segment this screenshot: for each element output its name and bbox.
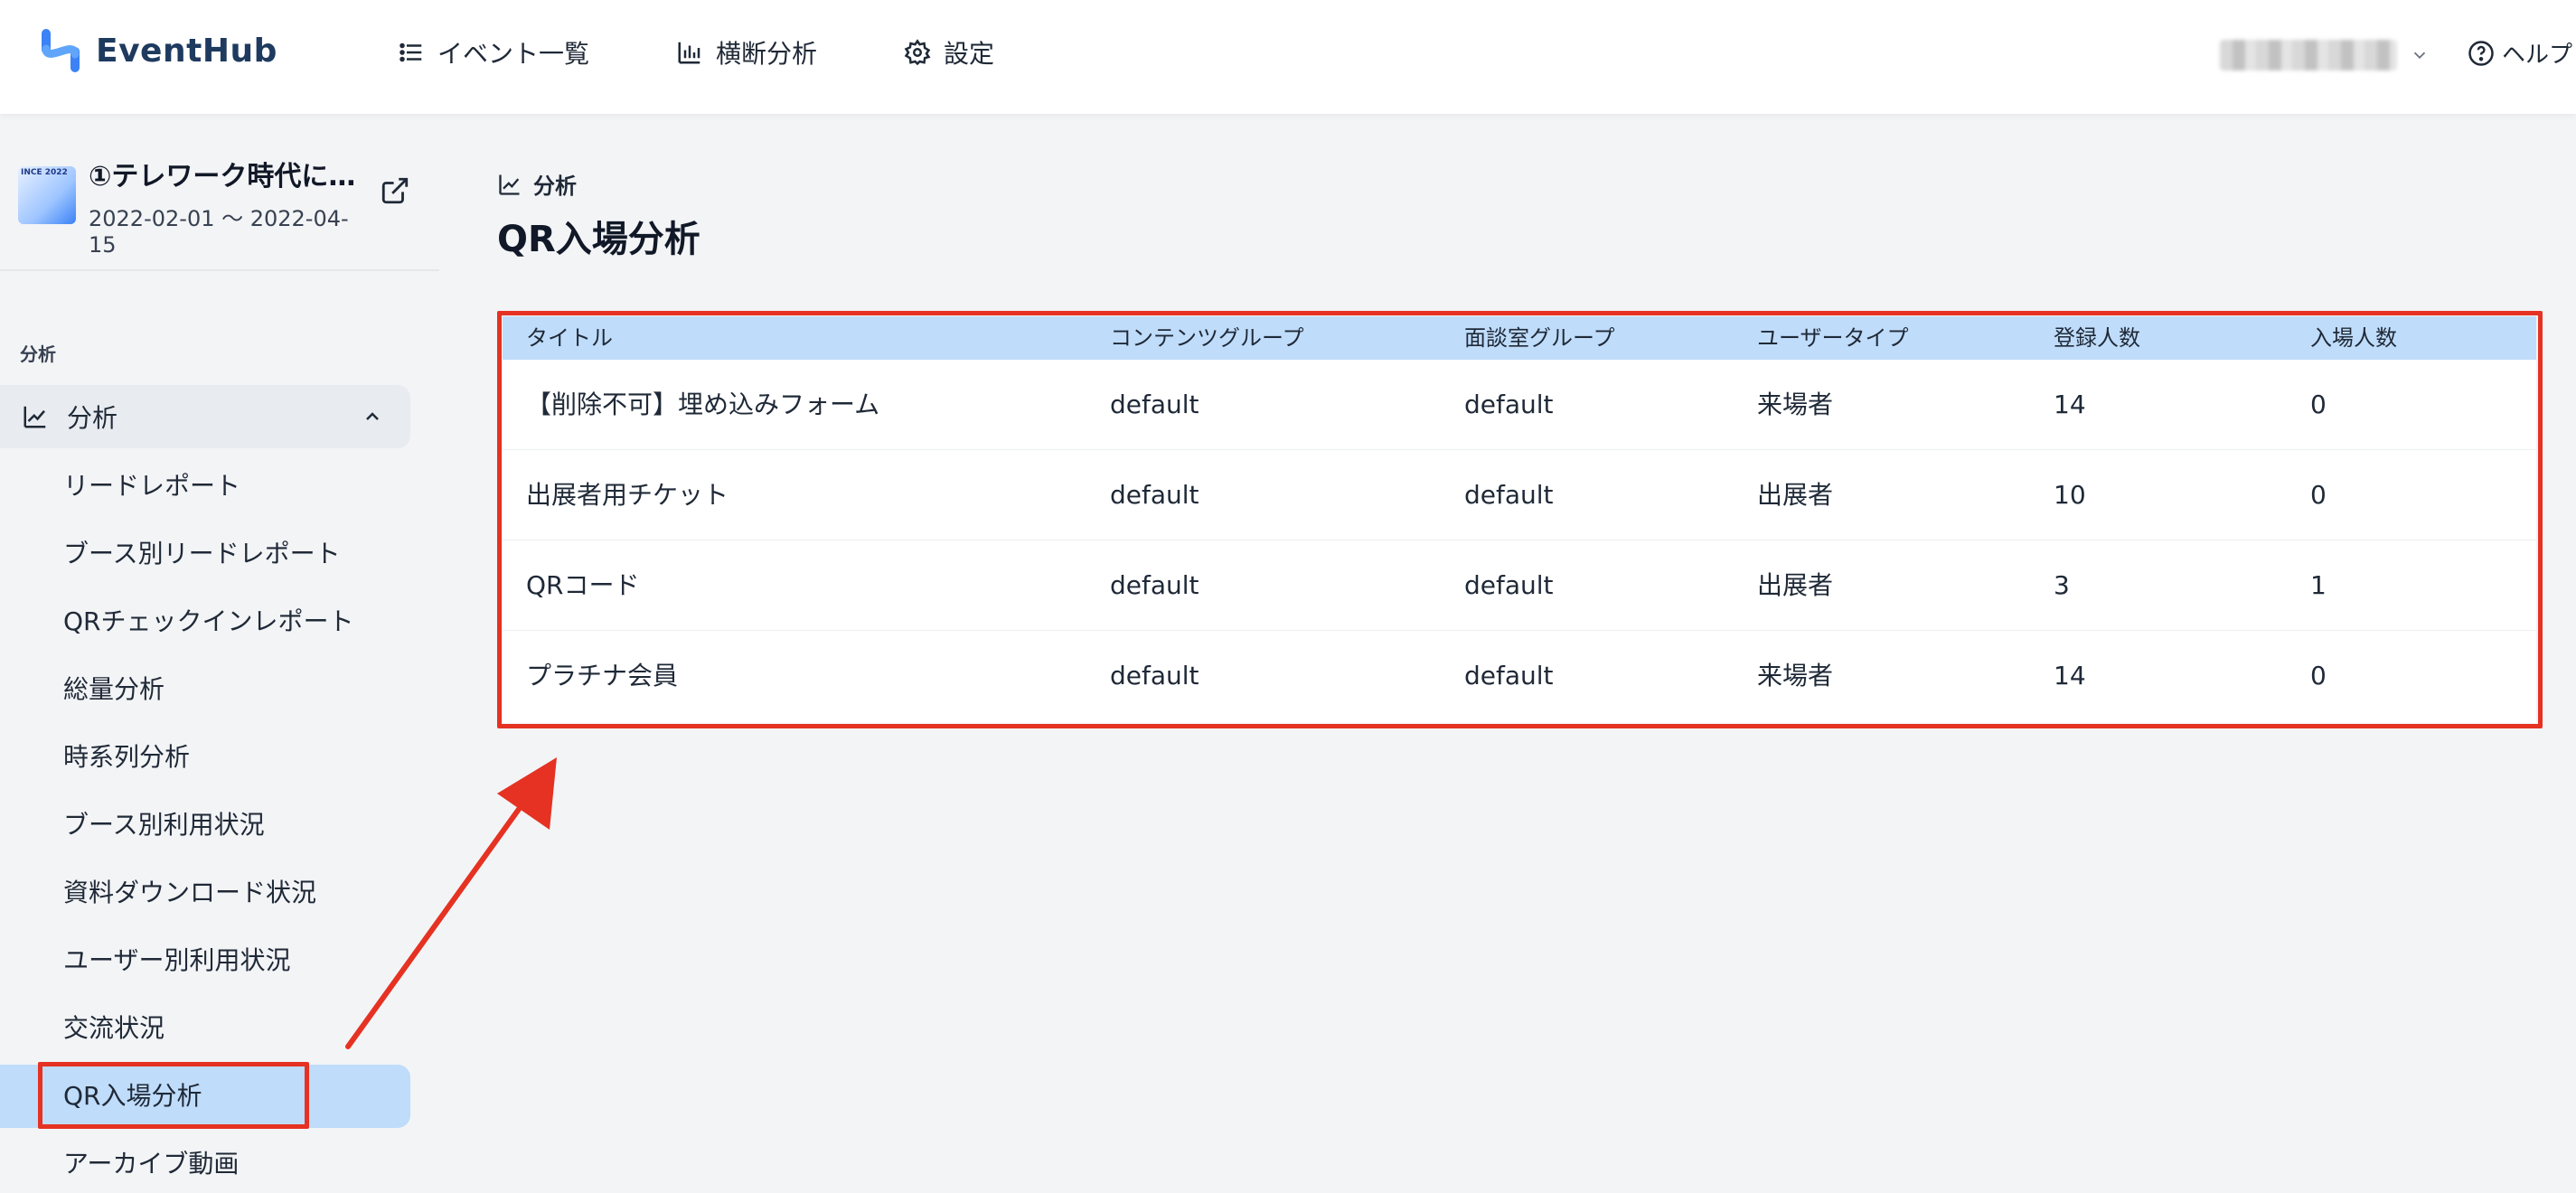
highlight-box-table	[497, 311, 2543, 728]
sidebar-item-download-status[interactable]: 資料ダウンロード状況	[63, 861, 316, 925]
section-label: 分析	[20, 343, 56, 365]
sidebar-item-booth-lead-report[interactable]: ブース別リードレポート	[63, 522, 341, 586]
sidebar-item-user-usage[interactable]: ユーザー別利用状況	[63, 929, 290, 992]
nav-cross-analysis[interactable]: 横断分析	[676, 31, 817, 74]
top-header: EventHub イベント一覧 横断分析 設定 ヘルプ	[0, 0, 2576, 114]
nav-settings[interactable]: 設定	[904, 31, 994, 74]
nav-event-list-label: イベント一覧	[437, 39, 590, 69]
event-thumbnail: INCE 2022	[18, 166, 76, 224]
app-logo[interactable]: EventHub	[38, 25, 277, 76]
breadcrumb: 分析	[497, 168, 577, 200]
help-label: ヘルプ	[2502, 42, 2573, 69]
blurred-username	[2220, 40, 2397, 70]
trend-icon	[24, 406, 46, 428]
eventhub-logo-icon	[42, 29, 80, 72]
sidebar-item-booth-usage[interactable]: ブース別利用状況	[63, 794, 265, 857]
sidebar-group-label: 分析	[67, 403, 118, 433]
help-icon	[2468, 40, 2494, 66]
sidebar-item-lead-report[interactable]: リードレポート	[63, 455, 240, 518]
main-nav: イベント一覧 横断分析 設定	[398, 31, 1081, 74]
page-title: QR入場分析	[497, 219, 700, 260]
trend-icon	[499, 174, 520, 195]
nav-settings-label: 設定	[944, 39, 995, 69]
sidebar: INCE 2022 ①テレワーク時代に… 2022-02-01 ～ 2022-0…	[0, 114, 439, 1193]
sidebar-item-exchange-status[interactable]: 交流状況	[63, 997, 165, 1060]
chevron-up-icon	[366, 412, 379, 420]
sidebar-item-total-analysis[interactable]: 総量分析	[63, 658, 165, 721]
nav-event-list[interactable]: イベント一覧	[398, 31, 589, 74]
sidebar-divider	[0, 269, 439, 271]
bar-chart-icon	[678, 42, 700, 64]
help-link[interactable]: ヘルプ	[2468, 36, 2572, 70]
logo-text: EventHub	[96, 32, 277, 70]
event-title: ①テレワーク時代に…	[89, 161, 356, 193]
event-summary: INCE 2022 ①テレワーク時代に… 2022-02-01 ～ 2022-0…	[18, 159, 434, 258]
list-icon	[400, 42, 422, 62]
user-menu[interactable]	[2220, 40, 2430, 70]
sidebar-item-timeseries-analysis[interactable]: 時系列分析	[63, 726, 190, 789]
gear-icon	[904, 39, 931, 66]
event-dates: 2022-02-01 ～ 2022-04-15	[89, 206, 349, 258]
breadcrumb-label: 分析	[533, 174, 577, 199]
sidebar-group-analysis[interactable]: 分析	[0, 385, 410, 448]
chevron-down-icon	[2413, 52, 2426, 60]
highlight-box-sidebar	[38, 1062, 309, 1129]
sidebar-item-qr-checkin-report[interactable]: QRチェックインレポート	[63, 590, 354, 653]
nav-cross-analysis-label: 横断分析	[716, 39, 818, 69]
sidebar-item-archive-video[interactable]: アーカイブ動画	[63, 1132, 239, 1193]
external-link-icon[interactable]	[380, 175, 410, 206]
